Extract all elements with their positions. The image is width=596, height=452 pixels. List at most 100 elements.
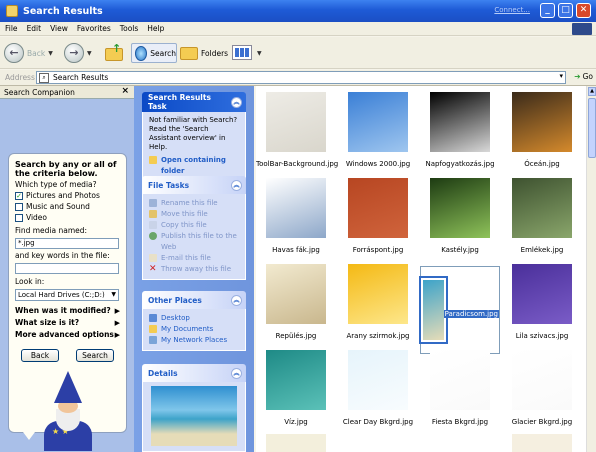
title-bar[interactable]: Search Results Connect... _ □ ✕	[0, 0, 596, 22]
copy-task[interactable]: Copy this file	[149, 220, 239, 231]
results-task-header[interactable]: Search Results Task ︽	[142, 92, 246, 112]
collapse-icon[interactable]: ︽	[231, 179, 242, 191]
scroll-thumb[interactable]	[588, 98, 596, 158]
advanced-option[interactable]: More advanced options ▶	[15, 329, 120, 341]
move-task[interactable]: Move this file	[149, 209, 239, 220]
vertical-scrollbar[interactable]: ▲	[586, 86, 596, 452]
file-item[interactable]: Glacier Bkgrd.jpg	[502, 350, 582, 438]
other-places-header[interactable]: Other Places ︽	[142, 291, 246, 309]
file-item[interactable]: Havas fák.jpg	[256, 178, 336, 266]
search-companion-pane: Search Companion × Search by any or all …	[0, 86, 134, 452]
collapse-icon[interactable]: ︽	[231, 367, 242, 379]
file-name-text: Paradicsom.jpg	[443, 309, 499, 318]
checkbox-music[interactable]: Music and Sound	[15, 201, 120, 212]
task-label: Throw away this file	[161, 265, 231, 273]
address-dropdown-icon[interactable]: ▾	[559, 72, 563, 80]
checkbox-pictures[interactable]: ✓ Pictures and Photos	[15, 190, 120, 201]
details-header[interactable]: Details ︽	[142, 364, 246, 382]
file-thumbnail	[512, 178, 572, 238]
search-icon	[135, 45, 148, 61]
back-button[interactable]: ← Back ▼	[4, 42, 53, 64]
file-item[interactable]: Kastély.jpg	[420, 178, 500, 266]
file-item[interactable]: Paradicsom.jpg	[419, 266, 500, 354]
file-thumbnail	[430, 350, 490, 410]
menu-edit[interactable]: Edit	[27, 24, 42, 33]
file-item[interactable]: Clear Day Bkgrd.jpg	[338, 350, 418, 438]
delete-icon: ✕	[149, 264, 157, 274]
file-item[interactable]: ToolBar-Background.jpg	[256, 92, 338, 180]
file-name: Óceán.jpg	[502, 160, 582, 169]
file-item[interactable]: Óceán.jpg	[502, 92, 582, 180]
lookin-select[interactable]: Local Hard Drives (C:;D:) ▼	[15, 289, 119, 301]
file-item[interactable]: Lila szivacs.jpg	[502, 264, 582, 352]
search-button[interactable]: Search	[131, 43, 177, 63]
menu-view[interactable]: View	[50, 24, 68, 33]
email-task[interactable]: E-mail this file	[149, 253, 239, 264]
file-item[interactable]: Emlékek.jpg	[502, 178, 582, 266]
wizard-character-icon[interactable]	[38, 371, 98, 451]
close-button[interactable]: ✕	[576, 3, 591, 18]
modified-option[interactable]: When was it modified? ▶	[15, 305, 120, 317]
checkbox-checked-icon: ✓	[15, 191, 23, 200]
size-option[interactable]: What size is it? ▶	[15, 317, 120, 329]
my-documents-link[interactable]: My Documents	[149, 324, 239, 335]
up-folder-button[interactable]: ↑	[105, 42, 125, 62]
companion-back-button[interactable]: Back	[21, 349, 59, 362]
collapse-icon[interactable]: ︽	[231, 96, 242, 108]
checkbox-unchecked-icon	[15, 202, 23, 211]
go-label: Go	[582, 72, 593, 81]
file-thumbnail-partial[interactable]	[512, 434, 572, 452]
question-label: When was it modified?	[15, 306, 111, 315]
desktop-link[interactable]: Desktop	[149, 313, 239, 324]
checkbox-video[interactable]: Video	[15, 212, 120, 223]
file-name-text: Fiesta Bkgrd.jpg	[431, 418, 489, 426]
media-name-input[interactable]: *.jpg	[15, 238, 119, 249]
file-thumbnail-partial[interactable]	[266, 434, 326, 452]
menu-help[interactable]: Help	[147, 24, 164, 33]
go-button[interactable]: ➔ Go	[574, 72, 593, 81]
menu-bar: File Edit View Favorites Tools Help	[0, 22, 596, 36]
file-thumbnail	[348, 264, 408, 324]
desktop-icon	[149, 314, 157, 322]
menu-file[interactable]: File	[5, 24, 18, 33]
publish-task[interactable]: Publish this file to the Web	[149, 231, 239, 253]
minimize-button[interactable]: _	[540, 3, 555, 18]
close-companion-icon[interactable]: ×	[121, 86, 129, 96]
open-folder-link[interactable]: Open containing folder	[149, 155, 239, 177]
file-item[interactable]: Repülés.jpg	[256, 264, 336, 352]
file-item[interactable]: Forráspont.jpg	[338, 178, 418, 266]
file-thumbnail-partial[interactable]	[348, 434, 408, 452]
connect-link[interactable]: Connect...	[494, 6, 530, 14]
maximize-button[interactable]: □	[558, 3, 573, 18]
views-button[interactable]	[232, 45, 252, 60]
file-thumbnail-partial[interactable]	[430, 434, 490, 452]
file-tasks-box: File Tasks ︽ Rename this file Move this …	[142, 176, 246, 280]
file-name: Kastély.jpg	[420, 246, 500, 255]
forward-dropdown-icon[interactable]: ▼	[87, 50, 92, 57]
folders-button[interactable]: Folders	[180, 43, 228, 63]
collapse-icon[interactable]: ︽	[231, 294, 242, 306]
companion-search-button[interactable]: Search	[76, 349, 114, 362]
delete-task[interactable]: ✕ Throw away this file	[149, 264, 239, 275]
file-tasks-header[interactable]: File Tasks ︽	[142, 176, 246, 194]
views-dropdown-icon[interactable]: ▼	[257, 50, 262, 57]
address-field[interactable]: ⌕ Search Results ▾	[36, 71, 566, 84]
file-name-text: Óceán.jpg	[524, 160, 560, 168]
keywords-input[interactable]	[15, 263, 119, 274]
address-value: Search Results	[53, 73, 109, 82]
menu-favorites[interactable]: Favorites	[77, 24, 111, 33]
file-item[interactable]: Fiesta Bkgrd.jpg	[420, 350, 500, 438]
back-dropdown-icon[interactable]: ▼	[48, 50, 53, 57]
file-item[interactable]: Víz.jpg	[256, 350, 336, 438]
menu-tools[interactable]: Tools	[120, 24, 138, 33]
file-item[interactable]: Arany szirmok.jpg	[338, 264, 418, 352]
file-name-text: Windows 2000.jpg	[345, 160, 411, 168]
envelope-icon	[149, 254, 157, 262]
forward-button[interactable]: → ▼	[64, 42, 92, 64]
rename-task[interactable]: Rename this file	[149, 198, 239, 209]
file-item[interactable]: Napfogyatkozás.jpg	[420, 92, 500, 180]
network-places-link[interactable]: My Network Places	[149, 335, 239, 346]
file-item[interactable]: Windows 2000.jpg	[338, 92, 418, 180]
keywords-label: and key words in the file:	[15, 251, 110, 260]
scroll-up-icon[interactable]: ▲	[588, 87, 596, 96]
